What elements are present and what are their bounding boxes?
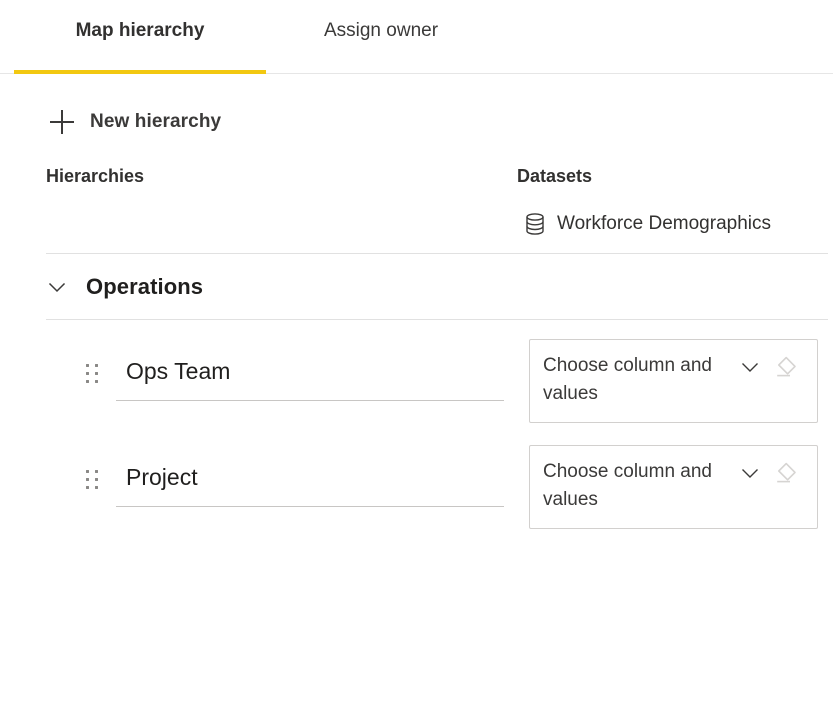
column-values-picker-text: Choose column and values bbox=[543, 352, 743, 408]
tab-strip: Map hierarchy Assign owner bbox=[0, 0, 833, 74]
tab-map-hierarchy-label: Map hierarchy bbox=[76, 20, 205, 42]
drag-handle-icon[interactable] bbox=[86, 470, 100, 490]
dataset-name: Workforce Demographics bbox=[557, 213, 771, 235]
chevron-down-icon[interactable] bbox=[46, 276, 68, 298]
level-name-input[interactable] bbox=[116, 455, 504, 507]
eraser-icon[interactable] bbox=[773, 460, 799, 486]
eraser-icon[interactable] bbox=[773, 354, 799, 380]
drag-handle-icon[interactable] bbox=[86, 364, 100, 384]
database-icon bbox=[524, 212, 546, 236]
hierarchy-level-row: Choose column and values bbox=[0, 437, 833, 529]
chevron-down-icon[interactable] bbox=[739, 356, 761, 378]
tab-assign-owner-label: Assign owner bbox=[324, 20, 438, 42]
hierarchy-group-title: Operations bbox=[86, 274, 203, 300]
divider-below-group bbox=[46, 319, 828, 320]
hierarchies-column-heading: Hierarchies bbox=[46, 166, 144, 187]
tab-map-hierarchy[interactable]: Map hierarchy bbox=[14, 0, 266, 73]
plus-icon bbox=[50, 110, 74, 134]
column-values-picker-text: Choose column and values bbox=[543, 458, 743, 514]
new-hierarchy-label: New hierarchy bbox=[90, 111, 221, 133]
new-hierarchy-button[interactable]: New hierarchy bbox=[46, 104, 225, 140]
divider-above-group bbox=[46, 253, 828, 254]
datasets-column-heading: Datasets bbox=[517, 166, 592, 187]
hierarchy-level-row: Choose column and values bbox=[0, 331, 833, 423]
tab-list: Map hierarchy Assign owner bbox=[0, 0, 833, 73]
active-tab-indicator bbox=[14, 70, 266, 74]
column-values-picker[interactable]: Choose column and values bbox=[529, 339, 818, 423]
map-hierarchy-panel: Map hierarchy Assign owner New hierarchy… bbox=[0, 0, 833, 710]
tab-assign-owner[interactable]: Assign owner bbox=[266, 0, 496, 73]
hierarchy-group-header[interactable]: Operations bbox=[46, 274, 203, 300]
column-values-picker[interactable]: Choose column and values bbox=[529, 445, 818, 529]
chevron-down-icon[interactable] bbox=[739, 462, 761, 484]
dataset-item[interactable]: Workforce Demographics bbox=[524, 212, 771, 236]
level-name-input[interactable] bbox=[116, 349, 504, 401]
